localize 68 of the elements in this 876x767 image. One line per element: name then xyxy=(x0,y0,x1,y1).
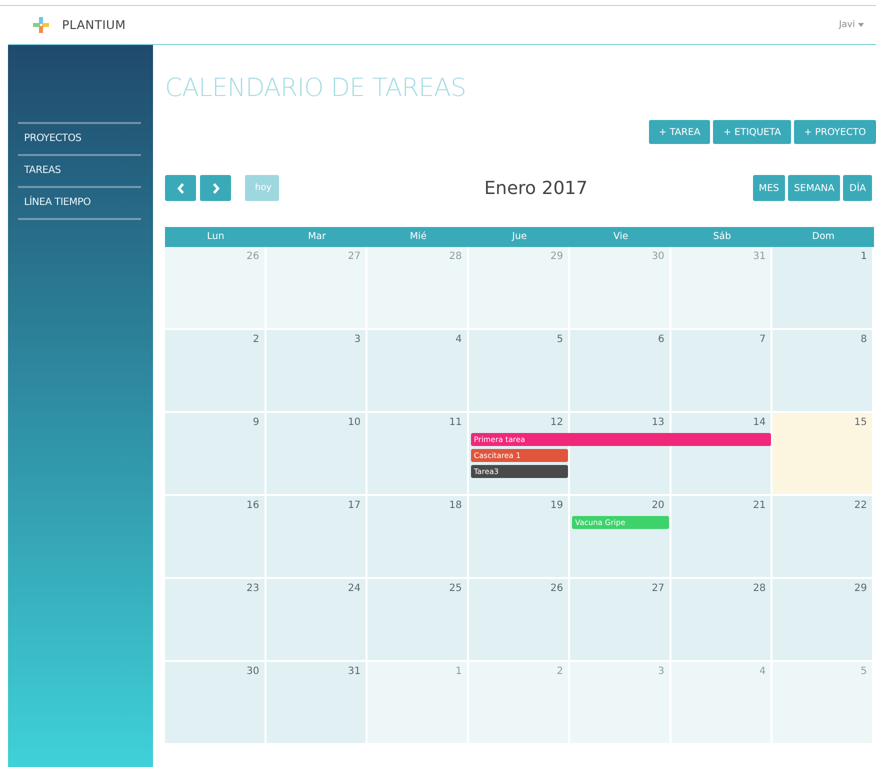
day-number: 31 xyxy=(752,250,767,264)
day-number: 1 xyxy=(455,665,463,679)
day-number: 8 xyxy=(860,333,868,347)
day-number: 16 xyxy=(246,499,260,513)
next-button[interactable] xyxy=(200,175,231,201)
add-button[interactable]: + PROYECTO xyxy=(794,120,876,144)
day-number: 14 xyxy=(752,416,767,430)
day-number: 9 xyxy=(252,416,260,430)
weekday-header: Mar xyxy=(306,230,327,244)
previous-button[interactable] xyxy=(165,175,196,201)
day-number: 24 xyxy=(348,582,362,596)
day-number: 29 xyxy=(854,582,868,596)
weekday-header: Mié xyxy=(408,230,428,244)
day-number: 27 xyxy=(348,250,362,264)
day-number: 28 xyxy=(752,582,767,596)
chevron-right-icon xyxy=(212,182,220,194)
day-number: 20 xyxy=(652,499,666,513)
day-number: 5 xyxy=(556,333,564,347)
day-number: 3 xyxy=(354,333,362,347)
day-number: 6 xyxy=(658,333,666,347)
day-number: 30 xyxy=(652,250,666,264)
month-label: Enero 2017 xyxy=(483,178,589,198)
sidebar-item[interactable]: PROYECTOS xyxy=(18,124,141,156)
day-number: 5 xyxy=(860,665,868,679)
day-number: 27 xyxy=(652,582,666,596)
day-number: 15 xyxy=(854,416,868,430)
add-button[interactable]: + ETIQUETA xyxy=(713,120,791,144)
day-number: 30 xyxy=(246,665,260,679)
view-button[interactable]: SEMANA xyxy=(788,175,840,201)
day-number: 11 xyxy=(449,416,463,430)
add-button[interactable]: + TAREA xyxy=(648,120,710,144)
day-number: 17 xyxy=(348,499,362,513)
day-number: 29 xyxy=(550,250,564,264)
weekday-header: Sáb xyxy=(712,230,732,244)
page-title: CALENDARIO DE TAREAS xyxy=(165,73,467,102)
weekday-header: Vie xyxy=(612,230,630,244)
day-number: 13 xyxy=(652,416,666,430)
chevron-left-icon xyxy=(176,182,184,194)
weekday-header: Dom xyxy=(811,230,836,244)
view-button[interactable]: DÍA xyxy=(843,175,872,201)
sidebar-item[interactable]: TAREAS xyxy=(18,156,141,188)
user-menu[interactable]: Javi xyxy=(839,20,855,30)
day-number: 19 xyxy=(550,499,564,513)
day-number: 12 xyxy=(550,416,564,430)
logo-icon xyxy=(32,16,50,34)
day-number: 10 xyxy=(348,416,362,430)
day-number: 7 xyxy=(759,333,767,347)
weekday-header: Lun xyxy=(206,230,226,244)
sidebar-item[interactable]: LÍNEA TIEMPO xyxy=(18,188,141,220)
day-number: 21 xyxy=(752,499,767,513)
caret-icon[interactable] xyxy=(858,23,864,27)
day-number: 23 xyxy=(246,582,260,596)
day-number: 4 xyxy=(455,333,463,347)
brand-name: PLANTIUM xyxy=(62,18,126,32)
day-number: 26 xyxy=(550,582,564,596)
day-number: 18 xyxy=(449,499,463,513)
day-number: 1 xyxy=(860,250,868,264)
day-number: 26 xyxy=(246,250,260,264)
weekday-header: Jue xyxy=(510,230,528,244)
day-number: 4 xyxy=(759,665,767,679)
day-number: 28 xyxy=(449,250,463,264)
view-button[interactable]: MES xyxy=(752,175,786,201)
day-number: 2 xyxy=(556,665,564,679)
day-number: 25 xyxy=(449,582,463,596)
day-number: 2 xyxy=(252,333,260,347)
day-number: 22 xyxy=(854,499,868,513)
day-number: 3 xyxy=(658,665,666,679)
day-number: 31 xyxy=(348,665,362,679)
